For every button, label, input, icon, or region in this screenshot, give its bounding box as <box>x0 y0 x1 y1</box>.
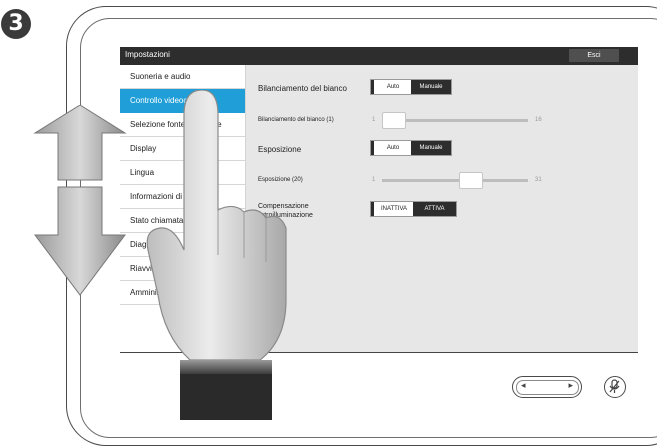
scroll-up-down-arrows-icon <box>33 105 127 296</box>
exposure-auto-option[interactable]: Auto <box>375 141 411 155</box>
white-balance-min-value: 1 <box>372 117 376 123</box>
white-balance-auto-option[interactable]: Auto <box>375 80 411 94</box>
page-title: Impostazioni <box>125 50 170 59</box>
white-balance-slider-knob[interactable] <box>382 112 406 129</box>
white-balance-toggle[interactable]: Auto Manuale <box>370 79 452 95</box>
top-bar: Impostazioni Esci <box>120 47 638 65</box>
exposure-toggle[interactable]: Auto Manuale <box>370 140 452 156</box>
pointing-hand-icon <box>146 90 287 420</box>
exposure-max-value: 31 <box>535 177 542 183</box>
sidebar-item-ringtone-audio[interactable]: Suoneria e audio <box>120 65 245 89</box>
microphone-muted-icon <box>609 379 620 393</box>
exposure-slider-knob[interactable] <box>459 172 483 189</box>
volume-down-icon[interactable]: ◂ <box>521 380 526 391</box>
white-balance-max-value: 16 <box>535 117 542 123</box>
step-number-badge: 3 <box>1 9 31 39</box>
exposure-manual-option[interactable]: Manuale <box>411 141 451 155</box>
exposure-slider-track[interactable] <box>382 179 528 182</box>
backlight-toggle[interactable]: INATTIVA ATTIVA <box>370 201 457 217</box>
microphone-mute-button[interactable] <box>604 376 626 398</box>
backlight-on-option[interactable]: ATTIVA <box>413 202 456 216</box>
settings-panel: Bilanciamento del bianco Auto Manuale Bi… <box>246 65 638 352</box>
volume-control[interactable]: ◂ ▸ <box>512 376 582 398</box>
backlight-off-option[interactable]: INATTIVA <box>375 202 413 216</box>
volume-up-icon[interactable]: ▸ <box>568 380 573 391</box>
exposure-min-value: 1 <box>372 177 376 183</box>
white-balance-manual-option[interactable]: Manuale <box>411 80 451 94</box>
exit-button[interactable]: Esci <box>569 49 619 62</box>
